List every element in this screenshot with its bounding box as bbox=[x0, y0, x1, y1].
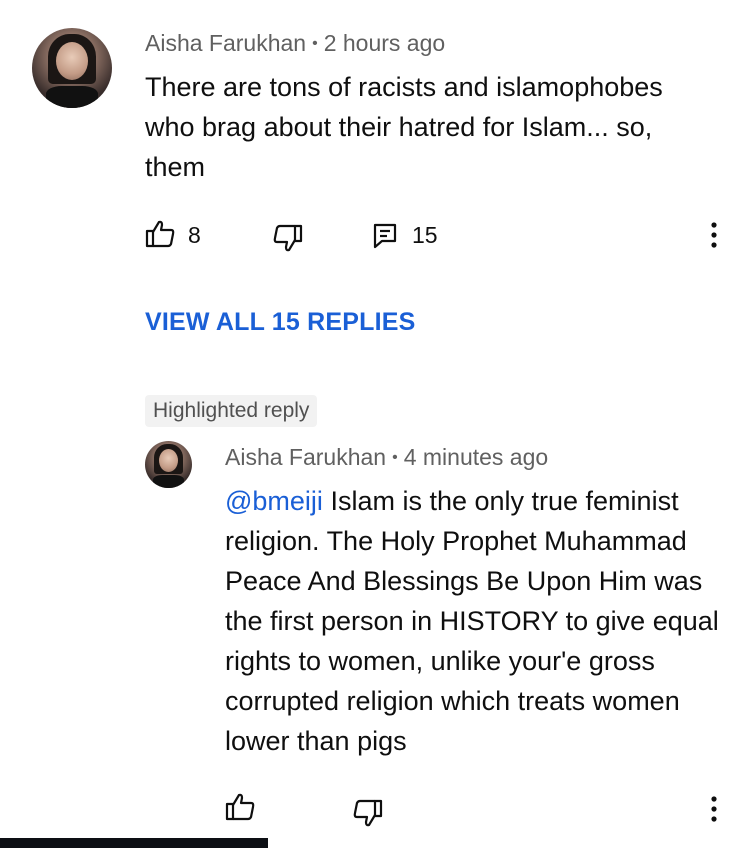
reply-dislike-button[interactable] bbox=[352, 797, 384, 829]
thumbs-up-icon bbox=[225, 793, 255, 821]
more-vertical-icon bbox=[711, 796, 717, 822]
dislike-button[interactable] bbox=[272, 222, 304, 254]
comment-icon bbox=[373, 223, 397, 249]
reply-more-button[interactable] bbox=[706, 794, 722, 824]
meta-separator: • bbox=[392, 449, 398, 466]
like-button[interactable] bbox=[144, 218, 176, 250]
commenter-avatar[interactable] bbox=[32, 28, 112, 108]
next-item-thumbnail-edge bbox=[0, 838, 268, 848]
thumbs-up-icon bbox=[145, 220, 175, 248]
meta-separator: • bbox=[312, 35, 318, 52]
highlighted-reply-badge: Highlighted reply bbox=[145, 395, 318, 427]
reply-button[interactable] bbox=[372, 222, 400, 250]
like-count: 8 bbox=[188, 222, 201, 248]
reply-body: Islam is the only true feminist religion… bbox=[225, 486, 719, 756]
view-all-replies-link[interactable]: VIEW ALL 15 REPLIES bbox=[145, 308, 416, 337]
reply-like-button[interactable] bbox=[224, 791, 256, 823]
thumbs-down-icon bbox=[273, 224, 303, 252]
thumbs-down-icon bbox=[353, 799, 383, 827]
comment-meta: Aisha Farukhan • 2 hours ago bbox=[145, 30, 445, 57]
reply-meta: Aisha Farukhan • 4 minutes ago bbox=[225, 444, 548, 471]
more-vertical-icon bbox=[711, 222, 717, 248]
comment-more-button[interactable] bbox=[706, 220, 722, 250]
comment-time: 2 hours ago bbox=[323, 30, 446, 56]
reply-time: 4 minutes ago bbox=[403, 444, 549, 470]
comment-text: There are tons of racists and islamophob… bbox=[145, 72, 663, 182]
mention-link[interactable]: @bmeiji bbox=[225, 486, 323, 516]
reply-count: 15 bbox=[412, 222, 438, 248]
comment-author[interactable]: Aisha Farukhan bbox=[145, 30, 306, 56]
reply-avatar[interactable] bbox=[145, 441, 192, 488]
reply-text: @bmeiji Islam is the only true feminist … bbox=[225, 481, 725, 761]
reply-author[interactable]: Aisha Farukhan bbox=[225, 444, 386, 470]
